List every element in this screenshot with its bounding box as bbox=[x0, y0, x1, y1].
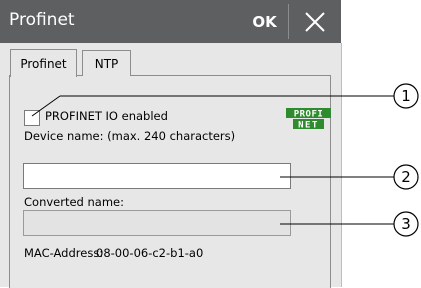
window-title: Profinet bbox=[9, 10, 75, 30]
tab-profinet[interactable]: Profinet bbox=[10, 49, 77, 77]
tab-ntp[interactable]: NTP bbox=[82, 50, 131, 76]
callout-circle-1 bbox=[393, 83, 419, 109]
logo-line1: PROFI bbox=[294, 110, 324, 120]
callout-number-1: 1 bbox=[401, 87, 411, 105]
device-name-label: Device name: (max. 240 characters) bbox=[24, 129, 236, 143]
callout-circle-2 bbox=[393, 164, 419, 190]
profinet-logo: PROFI NET bbox=[286, 108, 331, 130]
mac-address-label: MAC-Address: bbox=[24, 246, 104, 260]
profinet-io-checkbox[interactable] bbox=[24, 110, 40, 126]
close-icon bbox=[305, 11, 325, 32]
converted-name-field bbox=[23, 210, 291, 236]
mac-address-value: 08-00-06-c2-b1-a0 bbox=[96, 246, 204, 260]
ok-button[interactable]: OK bbox=[241, 0, 288, 43]
callout-circle-3 bbox=[393, 211, 419, 237]
profinet-io-label: PROFINET IO enabled bbox=[45, 109, 168, 123]
callout-number-3: 3 bbox=[401, 215, 411, 233]
device-name-input[interactable] bbox=[23, 163, 291, 189]
close-button[interactable] bbox=[289, 0, 341, 43]
logo-line2: NET bbox=[298, 121, 319, 131]
callout-number-2: 2 bbox=[401, 168, 411, 186]
converted-name-label: Converted name: bbox=[24, 195, 124, 209]
